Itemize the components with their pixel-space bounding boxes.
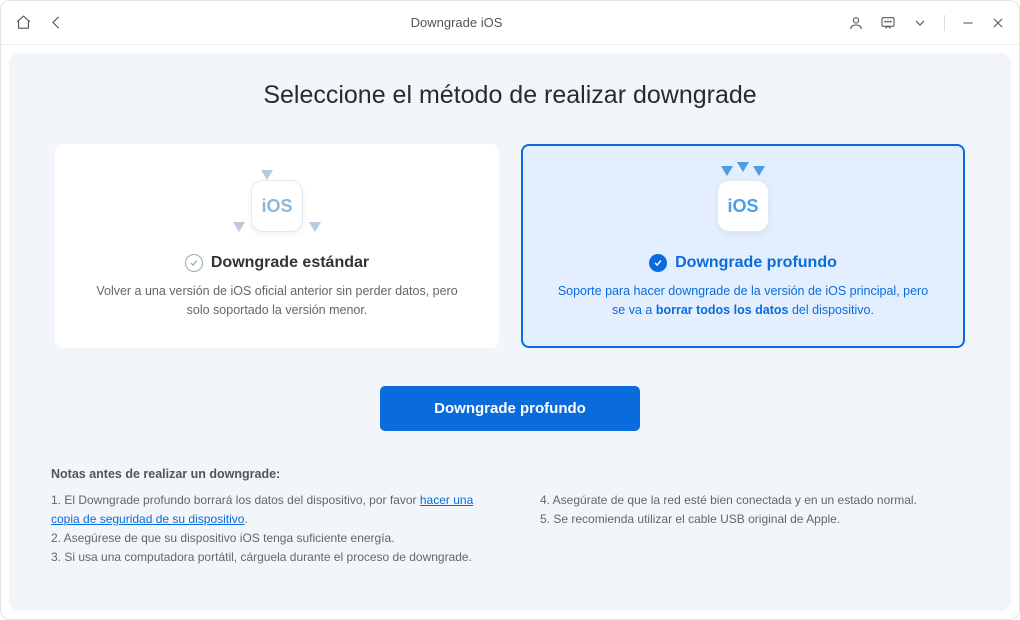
card-standard-downgrade[interactable]: iOS Downgrade estándar Volver a una vers…: [55, 144, 499, 348]
window-title: Downgrade iOS: [65, 15, 848, 30]
card-title: Downgrade profundo: [675, 254, 837, 272]
note-item: 4. Asegúrate de que la red esté bien con…: [540, 491, 969, 510]
method-cards: iOS Downgrade estándar Volver a una vers…: [51, 144, 969, 348]
notes-section: Notas antes de realizar un downgrade: 1.…: [51, 467, 969, 568]
arrow-down-icon: [233, 222, 245, 232]
note-item: 1. El Downgrade profundo borrará los dat…: [51, 491, 480, 529]
note-text: .: [244, 512, 247, 526]
notes-heading: Notas antes de realizar un downgrade:: [51, 467, 969, 481]
user-icon[interactable]: [848, 15, 864, 31]
notes-col-left: 1. El Downgrade profundo borrará los dat…: [51, 491, 480, 568]
page-title: Seleccione el método de realizar downgra…: [51, 81, 969, 110]
check-filled-icon: [649, 254, 667, 272]
deep-illustration: iOS: [551, 166, 935, 246]
card-description: Volver a una versión de iOS oficial ante…: [85, 282, 469, 320]
card-title: Downgrade estándar: [211, 254, 369, 272]
action-row: Downgrade profundo: [51, 386, 969, 431]
minimize-icon[interactable]: [961, 16, 975, 30]
arrow-down-icon: [721, 166, 733, 176]
close-icon[interactable]: [991, 16, 1005, 30]
content-area: Seleccione el método de realizar downgra…: [9, 53, 1011, 611]
note-item: 3. Si usa una computadora portátil, cárg…: [51, 548, 480, 567]
feedback-icon[interactable]: [880, 15, 896, 31]
desc-text: del dispositivo.: [788, 303, 873, 317]
titlebar: Downgrade iOS: [1, 1, 1019, 45]
desc-bold: borrar todos los datos: [656, 303, 789, 317]
chevron-down-icon[interactable]: [912, 15, 928, 31]
note-item: 5. Se recomienda utilizar el cable USB o…: [540, 510, 969, 529]
titlebar-separator: [944, 15, 945, 31]
note-text: 1. El Downgrade profundo borrará los dat…: [51, 493, 420, 507]
card-description: Soporte para hacer downgrade de la versi…: [551, 282, 935, 320]
ios-label: iOS: [261, 196, 292, 217]
back-icon[interactable]: [48, 14, 65, 31]
arrow-down-icon: [737, 162, 749, 172]
arrow-down-icon: [261, 170, 273, 180]
app-window: Downgrade iOS Seleccione el método de re…: [0, 0, 1020, 620]
ios-label: iOS: [727, 196, 758, 217]
notes-col-right: 4. Asegúrate de que la red esté bien con…: [540, 491, 969, 568]
card-deep-downgrade[interactable]: iOS Downgrade profundo Soporte para hace…: [521, 144, 965, 348]
arrow-down-icon: [309, 222, 321, 232]
check-icon: [185, 254, 203, 272]
note-item: 2. Asegúrese de que su dispositivo iOS t…: [51, 529, 480, 548]
standard-illustration: iOS: [85, 166, 469, 246]
home-icon[interactable]: [15, 14, 32, 31]
deep-downgrade-button[interactable]: Downgrade profundo: [380, 386, 640, 431]
arrow-down-icon: [753, 166, 765, 176]
